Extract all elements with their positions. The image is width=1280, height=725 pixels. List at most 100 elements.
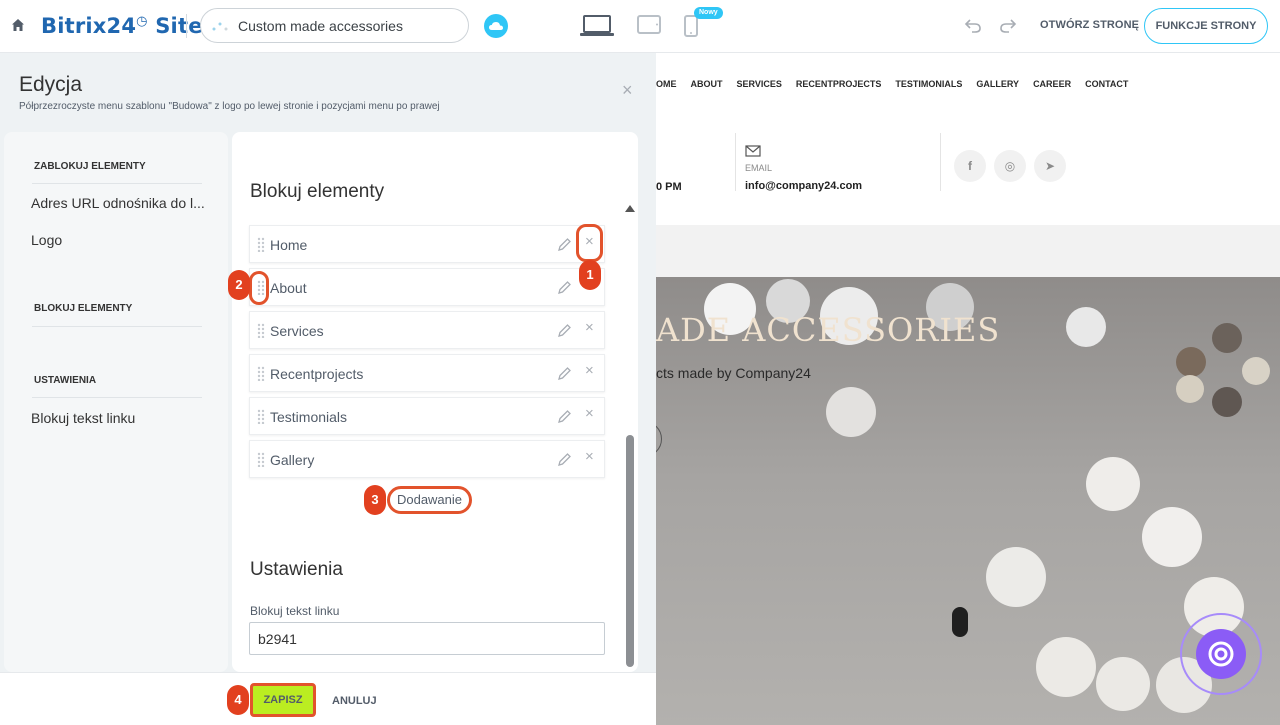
- bead-decoration: [1086, 457, 1140, 511]
- list-item[interactable]: Gallery ×: [249, 440, 605, 478]
- close-icon[interactable]: ×: [585, 406, 594, 421]
- preview-strip: [656, 225, 1280, 277]
- side-nav-item-link-url[interactable]: Adres URL odnośnika do l...: [31, 195, 205, 211]
- preview-menu-item[interactable]: ABOUT: [691, 79, 723, 89]
- list-item-label: Services: [270, 323, 324, 339]
- close-icon[interactable]: ×: [585, 449, 594, 464]
- bead-decoration: [1096, 657, 1150, 711]
- pencil-icon[interactable]: [557, 409, 572, 424]
- preview-menu-item[interactable]: RECENTPROJECTS: [796, 79, 882, 89]
- facebook-icon[interactable]: f: [954, 150, 986, 182]
- bead-decoration: [1242, 357, 1270, 385]
- drag-handle-icon[interactable]: [257, 366, 265, 381]
- list-item[interactable]: Testimonials ×: [249, 397, 605, 435]
- divider: [32, 183, 202, 184]
- cloud-icon[interactable]: [484, 14, 508, 38]
- annotation-number: 4: [227, 685, 249, 715]
- redo-icon[interactable]: [999, 17, 1017, 33]
- bead-decoration: [1212, 323, 1242, 353]
- drag-handle-icon[interactable]: [257, 237, 265, 252]
- bead-decoration: [1212, 387, 1242, 417]
- pencil-icon[interactable]: [557, 452, 572, 467]
- annotation-number: 2: [228, 270, 250, 300]
- close-icon[interactable]: ×: [585, 363, 594, 378]
- side-nav-heading[interactable]: USTAWIENIA: [34, 375, 96, 386]
- assistant-icon: [1208, 641, 1234, 667]
- site-selector[interactable]: Custom made accessories: [200, 8, 469, 43]
- bead-decoration: [1036, 637, 1096, 697]
- preview-menu-item[interactable]: SERVICES: [737, 79, 782, 89]
- preview-menu-item[interactable]: GALLERY: [976, 79, 1019, 89]
- undo-icon[interactable]: [964, 17, 982, 33]
- link-text-input[interactable]: [249, 622, 605, 655]
- list-item-label: About: [270, 280, 307, 296]
- divider: [32, 397, 202, 398]
- list-item[interactable]: Recentprojects ×: [249, 354, 605, 392]
- add-item-button[interactable]: Dodawanie: [387, 486, 472, 514]
- page-preview: OME ABOUT SERVICES RECENTPROJECTS TESTIM…: [656, 53, 1280, 725]
- brand-logo[interactable]: Bitrix24◷ Sites: [41, 14, 215, 38]
- editor-panel: Edycja Półprzezroczyste menu szablonu "B…: [0, 53, 656, 725]
- preview-hero-subtitle: cts made by Company24: [656, 365, 811, 381]
- bead-decoration: [1176, 347, 1206, 377]
- telegram-icon[interactable]: ➤: [1034, 150, 1066, 182]
- site-name: Custom made accessories: [238, 18, 403, 34]
- divider: [940, 133, 941, 191]
- mail-icon: [745, 145, 761, 157]
- assistant-button[interactable]: [1196, 629, 1246, 679]
- site-thumbnail-icon: [212, 22, 228, 31]
- preview-menu-item[interactable]: CAREER: [1033, 79, 1071, 89]
- scrollbar-thumb[interactable]: [626, 435, 634, 667]
- side-nav-heading[interactable]: BLOKUJ ELEMENTY: [34, 303, 132, 314]
- editor-side-nav: ZABLOKUJ ELEMENTY Adres URL odnośnika do…: [4, 132, 228, 725]
- bead-decoration: [952, 607, 968, 637]
- divider: [32, 326, 202, 327]
- drag-handle-icon[interactable]: [257, 323, 265, 338]
- annotation-number: 3: [364, 485, 386, 515]
- cancel-button[interactable]: ANULUJ: [332, 695, 377, 707]
- side-nav-heading[interactable]: ZABLOKUJ ELEMENTY: [34, 161, 146, 172]
- new-badge: Nowy: [694, 7, 723, 19]
- pencil-icon[interactable]: [557, 366, 572, 381]
- section-title-elements: Blokuj elementy: [250, 181, 385, 202]
- close-icon[interactable]: ×: [585, 320, 594, 335]
- bead-decoration: [1176, 375, 1204, 403]
- email-label: EMAIL: [745, 163, 773, 173]
- instagram-icon[interactable]: ◎: [994, 150, 1026, 182]
- preview-hours: 0 PM: [656, 181, 682, 193]
- scroll-up-icon[interactable]: [625, 205, 635, 212]
- preview-menu-item[interactable]: CONTACT: [1085, 79, 1128, 89]
- pencil-icon[interactable]: [557, 237, 572, 252]
- side-nav-item-logo[interactable]: Logo: [31, 232, 62, 248]
- drag-handle-icon[interactable]: [257, 409, 265, 424]
- open-page-link[interactable]: OTWÓRZ STRONĘ: [1040, 19, 1139, 31]
- preview-menu-item[interactable]: TESTIMONIALS: [895, 79, 962, 89]
- desktop-view-icon[interactable]: [580, 15, 614, 37]
- list-item[interactable]: Home ×: [249, 225, 605, 263]
- divider: [735, 133, 736, 191]
- pencil-icon[interactable]: [557, 280, 572, 295]
- pencil-icon[interactable]: [557, 323, 572, 338]
- list-item[interactable]: Services ×: [249, 311, 605, 349]
- mobile-view-icon[interactable]: [684, 15, 698, 37]
- vertical-scrollbar[interactable]: [624, 205, 636, 709]
- section-title-settings: Ustawienia: [250, 559, 343, 580]
- bead-decoration: [1066, 307, 1106, 347]
- save-button[interactable]: ZAPISZ: [250, 683, 316, 717]
- top-bar: Bitrix24◷ Sites Custom made accessories …: [0, 0, 1280, 53]
- divider: [186, 14, 187, 38]
- drag-handle-icon[interactable]: [257, 452, 265, 467]
- annotation-highlight: [249, 271, 269, 305]
- list-item[interactable]: About: [249, 268, 605, 306]
- list-item-label: Gallery: [270, 452, 315, 468]
- email-value[interactable]: info@company24.com: [745, 180, 862, 192]
- close-icon[interactable]: ×: [622, 81, 633, 99]
- tablet-view-icon[interactable]: [637, 15, 661, 35]
- annotation-number: 1: [579, 260, 601, 290]
- preview-menu-item[interactable]: OME: [656, 79, 677, 89]
- page-functions-button[interactable]: FUNKCJE STRONY: [1144, 8, 1268, 44]
- editor-content: Blokuj elementy Home × About Services × …: [232, 132, 638, 672]
- home-icon[interactable]: [11, 18, 25, 32]
- side-nav-item-link-text[interactable]: Blokuj tekst linku: [31, 410, 135, 426]
- bead-decoration: [1142, 507, 1202, 567]
